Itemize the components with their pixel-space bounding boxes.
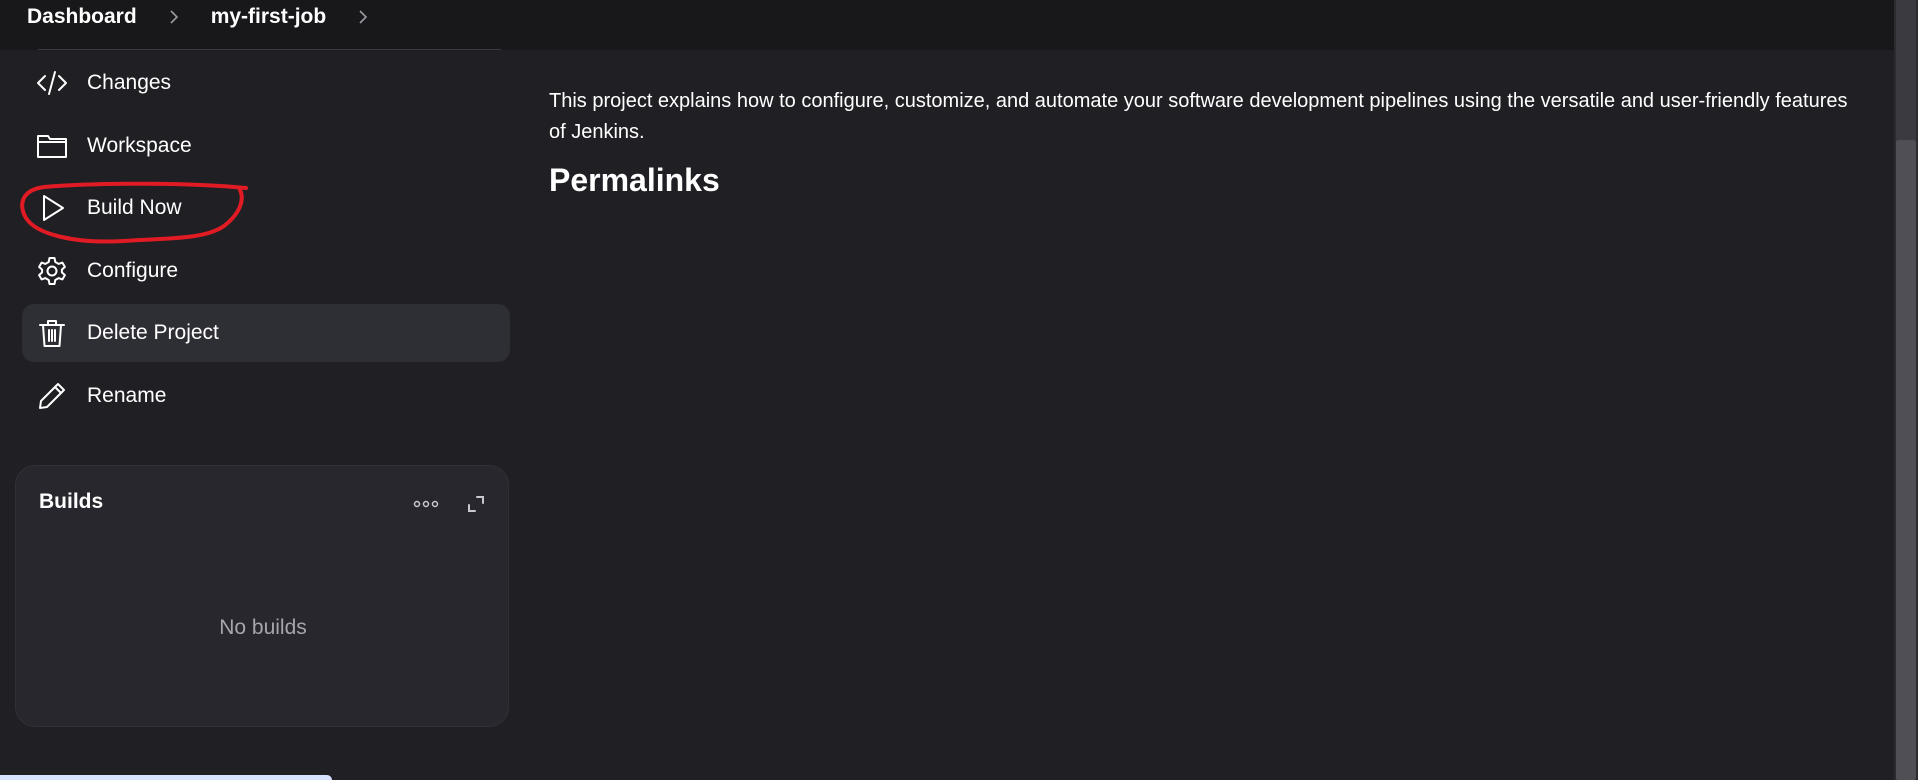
task-label: Changes (87, 71, 172, 94)
task-label: Workspace (87, 133, 192, 157)
expand-icon[interactable] (462, 490, 490, 518)
no-builds-text: No builds (219, 616, 307, 639)
project-description: This project explains how to configure, … (549, 90, 1848, 143)
bottom-panel-edge (0, 775, 332, 780)
gear-icon (36, 255, 68, 287)
chevron-right-icon[interactable] (159, 2, 189, 32)
task-label: Rename (87, 383, 167, 407)
scrollbar-track-upper[interactable] (1896, 0, 1916, 140)
pencil-icon (36, 380, 68, 412)
task-build-now[interactable]: Build Now (22, 179, 510, 237)
trash-icon (36, 317, 68, 349)
task-changes[interactable]: Changes (22, 54, 510, 112)
code-icon (36, 67, 68, 99)
builds-widget: Builds No builds (15, 465, 509, 727)
sidebar-tasks: Changes Workspace Build Now Configure De… (22, 54, 510, 429)
task-configure[interactable]: Configure (22, 242, 510, 300)
breadcrumb-job[interactable]: my-first-job (211, 5, 327, 29)
scrollbar-thumb[interactable] (1896, 140, 1916, 780)
more-icon[interactable] (410, 490, 442, 518)
task-label: Delete Project (87, 321, 219, 344)
breadcrumb-dashboard[interactable]: Dashboard (27, 5, 137, 29)
permalinks-heading: Permalinks (549, 162, 720, 198)
task-workspace[interactable]: Workspace (22, 117, 510, 175)
chevron-right-icon[interactable] (348, 2, 378, 32)
task-delete-project[interactable]: Delete Project (22, 304, 510, 362)
jenkins-job-page: Dashboard my-first-job Changes Workspace… (0, 0, 1918, 780)
breadcrumb: Dashboard my-first-job (27, 2, 400, 32)
play-icon (36, 192, 68, 224)
breadcrumb-bar: Dashboard my-first-job (0, 0, 1894, 50)
task-label: Build Now (87, 196, 182, 219)
task-label: Configure (87, 258, 179, 282)
main-content: This project explains how to configure, … (549, 86, 1849, 199)
folder-icon (36, 130, 68, 162)
task-rename[interactable]: Rename (22, 367, 510, 425)
divider (38, 49, 501, 50)
builds-title: Builds (39, 490, 104, 513)
